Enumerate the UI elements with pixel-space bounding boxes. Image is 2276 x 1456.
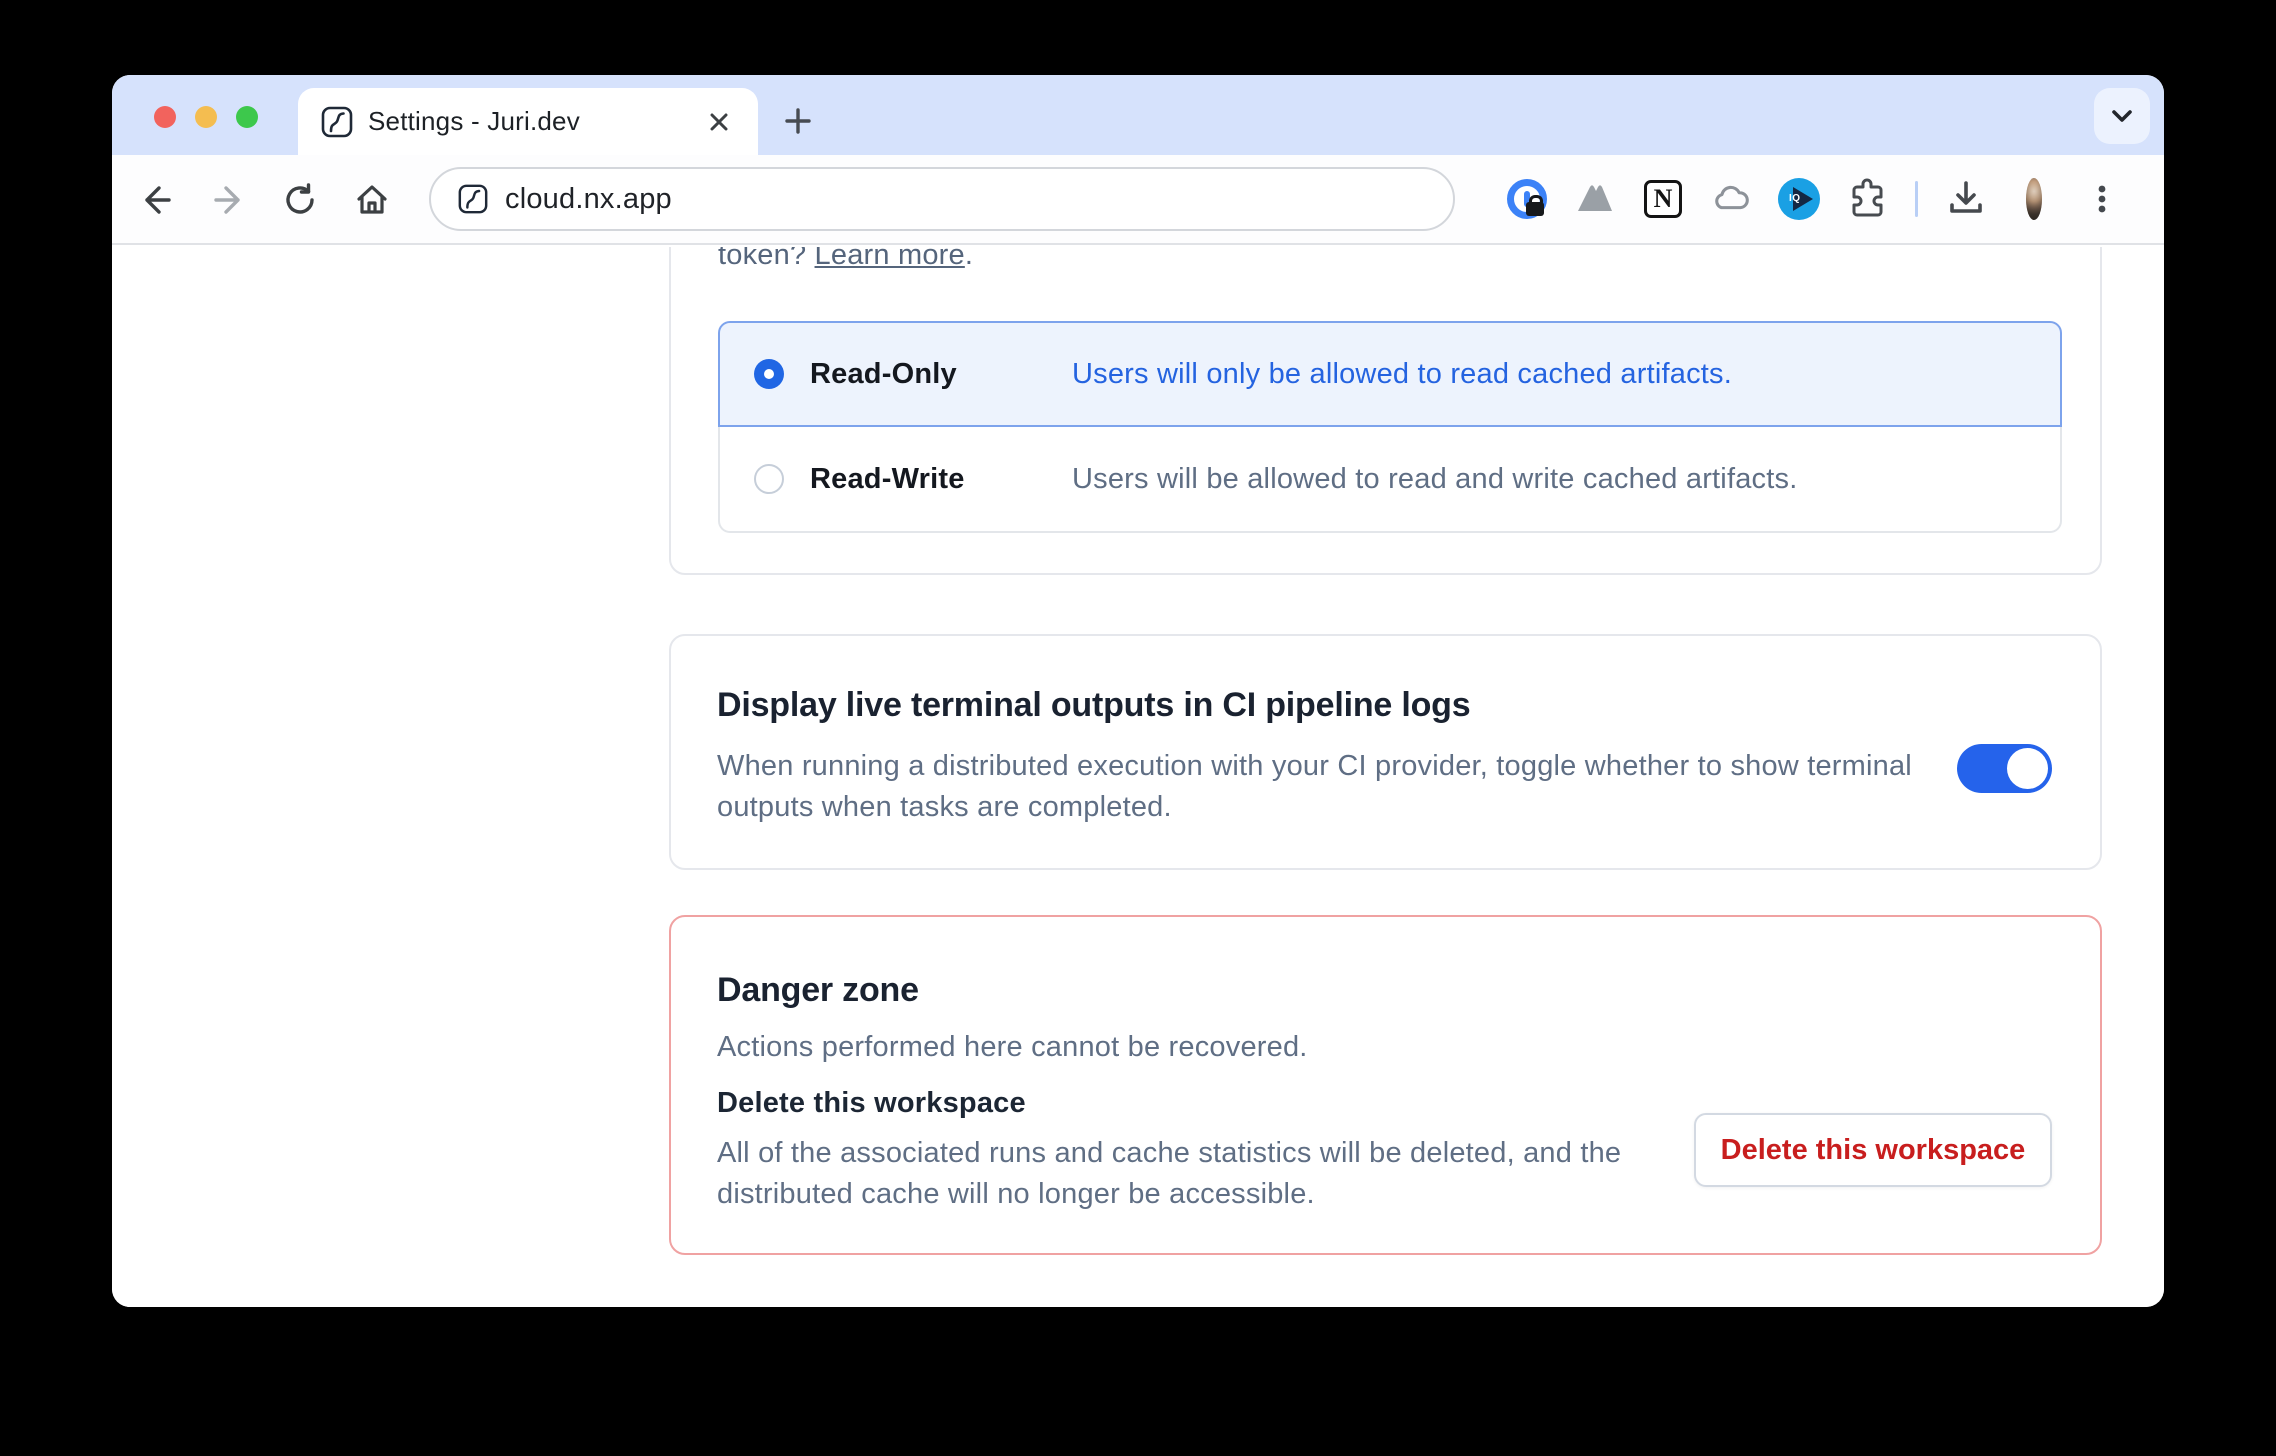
read-only-label: Read-Only (810, 358, 1072, 391)
new-tab-plus-icon (782, 105, 814, 137)
tab-strip: Settings - Juri.dev (112, 75, 2164, 155)
read-only-description: Users will only be allowed to read cache… (1072, 358, 1732, 391)
token-help-suffix: . (965, 247, 973, 271)
browser-menu-button[interactable] (2080, 177, 2124, 221)
radio-unselected-icon[interactable] (754, 464, 784, 494)
terminal-output-toggle[interactable] (1957, 744, 2052, 793)
access-level-radio-group: Read-Only Users will only be allowed to … (718, 321, 2062, 533)
toggle-knob (2007, 748, 2048, 789)
delete-workspace-title: Delete this workspace (717, 1087, 1026, 1120)
menu-dots-icon (2084, 181, 2120, 217)
url-bar[interactable]: cloud.nx.app (429, 167, 1455, 231)
downloads-button[interactable] (1944, 177, 1988, 221)
extensions-button[interactable] (1845, 177, 1889, 221)
toolbar-right-cluster: N IQ (1493, 169, 2136, 229)
back-icon (138, 181, 176, 219)
toolbar-separator (1915, 181, 1918, 217)
home-button[interactable] (350, 178, 394, 222)
iq-badge: IQ (1789, 193, 1801, 204)
profile-button[interactable] (2012, 177, 2056, 221)
delete-workspace-button[interactable]: Delete this workspace (1694, 1113, 2052, 1187)
learn-more-link[interactable]: Learn more (815, 247, 965, 271)
read-write-option[interactable]: Read-Write Users will be allowed to read… (718, 427, 2062, 533)
reload-icon (281, 181, 319, 219)
notion-extension-button[interactable]: N (1641, 177, 1685, 221)
vpn-mountain-icon (1573, 177, 1617, 221)
forward-icon (209, 181, 247, 219)
danger-zone-card: Danger zone Actions performed here canno… (669, 915, 2102, 1255)
tab-close-icon[interactable] (704, 107, 734, 137)
cloud-icon (1709, 176, 1753, 222)
delete-workspace-description: All of the associated runs and cache sta… (717, 1133, 1717, 1215)
read-write-description: Users will be allowed to read and write … (1072, 463, 1797, 496)
extensions-puzzle-icon (1845, 177, 1889, 221)
tab-title: Settings - Juri.dev (368, 106, 704, 137)
cloud-extension-button[interactable] (1709, 177, 1753, 221)
minimize-window-button[interactable] (195, 106, 217, 128)
chevron-down-icon (2107, 101, 2137, 131)
nx-favicon-icon (320, 105, 354, 139)
read-only-option[interactable]: Read-Only Users will only be allowed to … (718, 321, 2062, 427)
new-tab-button[interactable] (768, 91, 828, 151)
danger-zone-subtitle: Actions performed here cannot be recover… (717, 1031, 1308, 1064)
onepassword-icon (1507, 179, 1547, 219)
browser-tab[interactable]: Settings - Juri.dev (298, 88, 758, 155)
download-icon (1945, 178, 1987, 220)
video-iq-extension-button[interactable]: IQ (1777, 177, 1821, 221)
notion-icon: N (1644, 180, 1682, 218)
token-help-text: token? Learn more. (718, 247, 973, 272)
danger-zone-title: Danger zone (717, 971, 919, 1010)
home-icon (353, 181, 391, 219)
play-iq-icon: IQ (1778, 178, 1820, 220)
browser-window: Settings - Juri.dev (112, 75, 2164, 1307)
reload-button[interactable] (278, 178, 322, 222)
forward-button[interactable] (206, 178, 250, 222)
browser-toolbar: cloud.nx.app N IQ (112, 155, 2164, 245)
close-window-button[interactable] (154, 106, 176, 128)
terminal-card-title: Display live terminal outputs in CI pipe… (717, 686, 1470, 725)
page-content: token? Learn more. Read-Only Users will … (112, 247, 2164, 1307)
terminal-card-description: When running a distributed execution wit… (717, 746, 1997, 828)
token-help-prefix: token? (718, 247, 815, 271)
url-text: cloud.nx.app (505, 183, 672, 216)
radio-selected-icon[interactable] (754, 359, 784, 389)
nx-favicon-icon (457, 183, 489, 215)
back-button[interactable] (135, 178, 179, 222)
profile-avatar (2026, 178, 2042, 220)
zoom-window-button[interactable] (236, 106, 258, 128)
read-write-label: Read-Write (810, 463, 1072, 496)
vpn-extension-button[interactable] (1573, 177, 1617, 221)
tab-search-button[interactable] (2094, 88, 2150, 144)
lock-icon (1526, 202, 1544, 216)
terminal-output-card: Display live terminal outputs in CI pipe… (669, 634, 2102, 870)
onepassword-extension-button[interactable] (1505, 177, 1549, 221)
